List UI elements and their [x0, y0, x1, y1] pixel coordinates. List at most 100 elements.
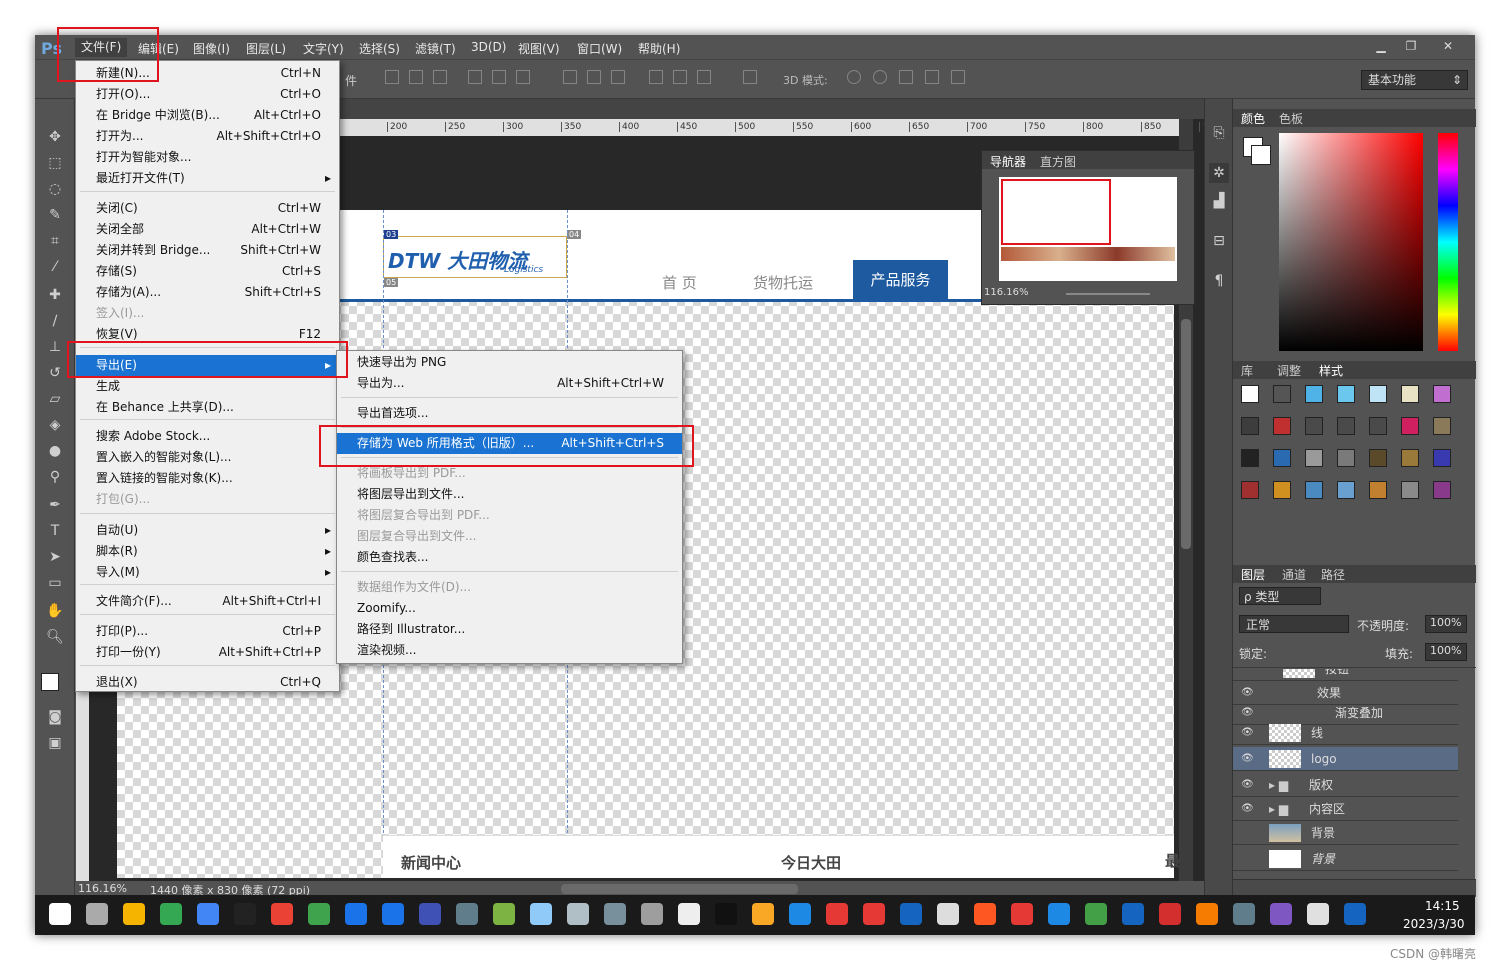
align-hcenter-icon[interactable] — [492, 70, 506, 84]
tab-styles[interactable]: 样式 — [1319, 362, 1343, 379]
taskbar-app-icon[interactable] — [567, 903, 589, 925]
style-swatch[interactable] — [1305, 385, 1323, 403]
style-swatch[interactable] — [1305, 417, 1323, 435]
history-icon[interactable]: ⎘ — [1209, 123, 1229, 143]
quick-select-icon[interactable]: ✎ — [45, 205, 65, 225]
distribute-hcenter-icon[interactable] — [673, 70, 687, 84]
healing-brush-icon[interactable]: ✚ — [45, 285, 65, 305]
style-swatch[interactable] — [1401, 417, 1419, 435]
stamp-tool-icon[interactable]: ⊥ — [45, 337, 65, 357]
taskbar-app-icon[interactable] — [863, 903, 885, 925]
layer-row[interactable]: 背景 — [1233, 821, 1458, 845]
file-menu-item[interactable]: 存储(S) Ctrl+S — [76, 261, 339, 282]
folder-icon[interactable]: ▸ ▆ — [1269, 773, 1288, 797]
style-swatch[interactable] — [1305, 481, 1323, 499]
quick-mask-icon[interactable]: ◙ — [45, 707, 65, 727]
menu-filter[interactable]: 滤镜(T) — [415, 40, 456, 57]
file-menu-item[interactable]: 打开为... Alt+Shift+Ctrl+O — [76, 126, 339, 147]
3d-scale-icon[interactable] — [951, 70, 965, 84]
layer-row[interactable]: 👁︎ logo — [1233, 747, 1458, 771]
taskbar-app-icon[interactable] — [160, 903, 182, 925]
tab-libraries[interactable]: 库 — [1241, 362, 1253, 379]
taskbar-app-icon[interactable] — [641, 903, 663, 925]
navigator-zoom-slider[interactable] — [1066, 293, 1150, 295]
taskbar-app-icon[interactable] — [1048, 903, 1070, 925]
taskbar-app-icon[interactable] — [530, 903, 552, 925]
navigator-view-box[interactable] — [1001, 179, 1111, 245]
rectangle-tool-icon[interactable]: ▭ — [45, 573, 65, 593]
style-swatch[interactable] — [1273, 449, 1291, 467]
3d-slide-icon[interactable] — [925, 70, 939, 84]
properties-icon[interactable]: ⊟ — [1209, 231, 1229, 251]
navigator-zoom[interactable]: 116.16% — [984, 287, 1029, 298]
style-swatch[interactable] — [1241, 481, 1259, 499]
taskbar-app-icon[interactable] — [308, 903, 330, 925]
file-menu-item[interactable]: 文件简介(F)... Alt+Shift+Ctrl+I — [76, 591, 339, 612]
menu-help[interactable]: 帮助(H) — [638, 40, 680, 57]
export-menu-item[interactable]: 导出首选项... — [337, 403, 682, 424]
file-menu-item[interactable]: 置入链接的智能对象(K)... — [76, 468, 339, 489]
brush-tool-icon[interactable]: ∕ — [45, 311, 65, 331]
distribute-top-icon[interactable] — [563, 70, 577, 84]
tab-navigator[interactable]: 导航器 — [990, 153, 1026, 170]
tab-channels[interactable]: 通道 — [1282, 566, 1306, 583]
foreground-color-swatch[interactable] — [41, 673, 59, 691]
menu-select[interactable]: 选择(S) — [359, 40, 400, 57]
taskbar-app-icon[interactable] — [937, 903, 959, 925]
zoom-tool-icon[interactable]: 🔍︎ — [45, 627, 65, 647]
close-button[interactable]: ✕ — [1433, 38, 1463, 54]
opacity-input[interactable]: 100% — [1425, 615, 1467, 633]
menu-window[interactable]: 窗口(W) — [577, 40, 622, 57]
hue-slider[interactable] — [1438, 133, 1458, 351]
file-menu-item[interactable]: 打印(P)... Ctrl+P — [76, 621, 339, 642]
export-menu-item[interactable]: 导出为... Alt+Shift+Ctrl+W — [337, 373, 682, 394]
logo-slice[interactable]: DTW 大田物流 Logistics — [383, 236, 567, 278]
align-bottom-icon[interactable] — [433, 70, 447, 84]
file-menu-item[interactable]: 最近打开文件(T) ▸ — [76, 168, 339, 189]
file-menu-item[interactable]: 打印一份(Y) Alt+Shift+Ctrl+P — [76, 642, 339, 663]
taskbar-app-icon[interactable] — [1122, 903, 1144, 925]
taskbar-app-icon[interactable] — [1196, 903, 1218, 925]
auto-align-icon[interactable] — [743, 70, 757, 84]
style-swatch[interactable] — [1433, 449, 1451, 467]
align-top-icon[interactable] — [385, 70, 399, 84]
file-menu-item[interactable]: 关闭并转到 Bridge... Shift+Ctrl+W — [76, 240, 339, 261]
taskbar-app-icon[interactable] — [49, 903, 71, 925]
align-left-icon[interactable] — [468, 70, 482, 84]
export-menu-item[interactable]: 数据组作为文件(D)... — [337, 577, 682, 598]
distribute-bottom-icon[interactable] — [611, 70, 625, 84]
layer-row[interactable]: 👁︎ 线 — [1233, 721, 1458, 745]
color-field[interactable] — [1279, 133, 1423, 351]
style-swatch[interactable] — [1305, 449, 1323, 467]
menu-image[interactable]: 图像(I) — [193, 40, 230, 57]
file-menu-item[interactable]: 打包(G)... — [76, 489, 339, 510]
file-menu-item[interactable]: 在 Behance 上共享(D)... — [76, 397, 339, 418]
file-menu-item[interactable]: 在 Bridge 中浏览(B)... Alt+Ctrl+O — [76, 105, 339, 126]
taskbar-app-icon[interactable] — [900, 903, 922, 925]
file-menu-item[interactable]: 存储为(A)... Shift+Ctrl+S — [76, 282, 339, 303]
menu-type[interactable]: 文字(Y) — [303, 40, 344, 57]
layer-row[interactable]: 👁︎ ▸ ▆ 版权 — [1233, 773, 1458, 797]
move-tool-icon[interactable]: ✥ — [45, 127, 65, 147]
hand-tool-icon[interactable]: ✋ — [45, 601, 65, 621]
export-menu-item[interactable]: 快速导出为 PNG — [337, 352, 682, 373]
taskbar-app-icon[interactable] — [456, 903, 478, 925]
taskbar-app-icon[interactable] — [678, 903, 700, 925]
horizontal-scrollbar[interactable] — [561, 884, 798, 894]
restore-button[interactable]: ❐ — [1398, 38, 1424, 54]
path-select-icon[interactable]: ➤ — [45, 547, 65, 567]
3d-roll-icon[interactable] — [873, 70, 887, 84]
style-swatch[interactable] — [1241, 449, 1259, 467]
align-vcenter-icon[interactable] — [409, 70, 423, 84]
taskbar-app-icon[interactable] — [1233, 903, 1255, 925]
style-swatch[interactable] — [1433, 385, 1451, 403]
visibility-eye-icon[interactable]: 👁︎ — [1241, 721, 1254, 745]
taskbar-app-icon[interactable] — [1307, 903, 1329, 925]
style-swatch[interactable] — [1369, 417, 1387, 435]
style-swatch[interactable] — [1369, 385, 1387, 403]
paragraph-icon[interactable]: ¶ — [1209, 271, 1229, 291]
color-bg-swatch[interactable] — [1251, 145, 1271, 165]
visibility-eye-icon[interactable]: 👁︎ — [1241, 773, 1254, 797]
file-menu-item[interactable]: 脚本(R) ▸ — [76, 541, 339, 562]
navigator-thumbnail[interactable] — [999, 177, 1177, 281]
